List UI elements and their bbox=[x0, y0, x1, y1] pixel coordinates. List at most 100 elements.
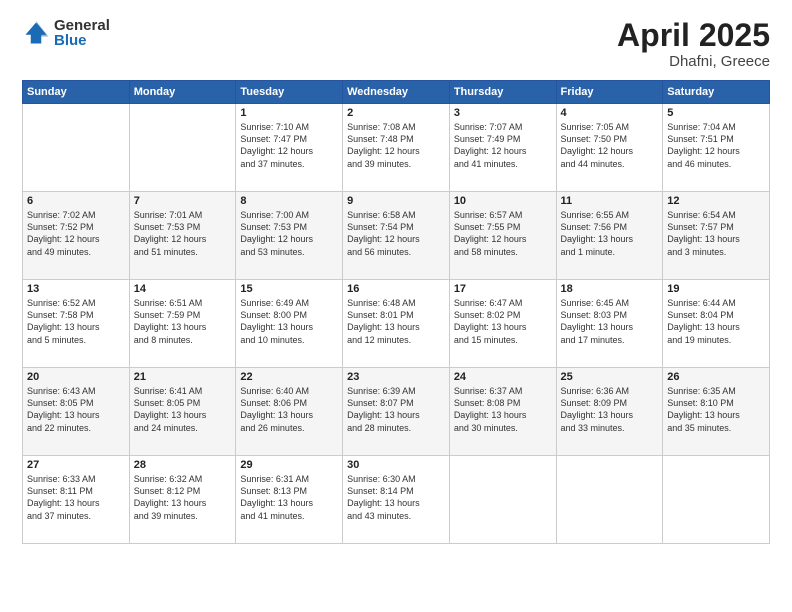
day-content: Sunrise: 6:43 AM Sunset: 8:05 PM Dayligh… bbox=[27, 385, 125, 434]
calendar-cell: 23 Sunrise: 6:39 AM Sunset: 8:07 PM Dayli… bbox=[343, 368, 450, 456]
day-number: 7 bbox=[134, 195, 232, 207]
day-content: Sunrise: 7:01 AM Sunset: 7:53 PM Dayligh… bbox=[134, 209, 232, 258]
day-number: 30 bbox=[347, 459, 445, 471]
day-number: 8 bbox=[240, 195, 338, 207]
day-number: 2 bbox=[347, 107, 445, 119]
calendar-cell: 26Sunrise: 6:35 AM Sunset: 8:10 PM Dayli… bbox=[663, 368, 770, 456]
day-number: 14 bbox=[134, 283, 232, 295]
calendar-cell: 22Sunrise: 6:40 AM Sunset: 8:06 PM Dayli… bbox=[236, 368, 343, 456]
day-content: Sunrise: 7:08 AM Sunset: 7:48 PM Dayligh… bbox=[347, 121, 445, 170]
day-content: Sunrise: 7:05 AM Sunset: 7:50 PM Dayligh… bbox=[561, 121, 659, 170]
page-title: April 2025 bbox=[617, 18, 770, 53]
day-content: Sunrise: 6:54 AM Sunset: 7:57 PM Dayligh… bbox=[667, 209, 765, 258]
day-number: 15 bbox=[240, 283, 338, 295]
day-content: Sunrise: 6:33 AM Sunset: 8:11 PM Dayligh… bbox=[27, 473, 125, 522]
calendar-cell: 21 Sunrise: 6:41 AM Sunset: 8:05 PM Dayli… bbox=[129, 368, 236, 456]
calendar-cell: 30 Sunrise: 6:30 AM Sunset: 8:14 PM Dayli… bbox=[343, 456, 450, 544]
day-content: Sunrise: 6:30 AM Sunset: 8:14 PM Dayligh… bbox=[347, 473, 445, 522]
header-day-wednesday: Wednesday bbox=[343, 81, 450, 104]
logo-icon bbox=[22, 19, 50, 47]
week-row-1: 1 Sunrise: 7:10 AM Sunset: 7:47 PM Daylig… bbox=[23, 104, 770, 192]
day-content: Sunrise: 6:49 AM Sunset: 8:00 PM Dayligh… bbox=[240, 297, 338, 346]
calendar-cell: 20 Sunrise: 6:43 AM Sunset: 8:05 PM Dayli… bbox=[23, 368, 130, 456]
calendar-cell: 6 Sunrise: 7:02 AM Sunset: 7:52 PM Daylig… bbox=[23, 192, 130, 280]
calendar-cell: 2 Sunrise: 7:08 AM Sunset: 7:48 PM Daylig… bbox=[343, 104, 450, 192]
day-number: 25 bbox=[561, 371, 659, 383]
header-day-thursday: Thursday bbox=[449, 81, 556, 104]
calendar-cell: 15 Sunrise: 6:49 AM Sunset: 8:00 PM Dayli… bbox=[236, 280, 343, 368]
week-row-5: 27 Sunrise: 6:33 AM Sunset: 8:11 PM Dayli… bbox=[23, 456, 770, 544]
header: General Blue April 2025 Dhafni, Greece bbox=[22, 18, 770, 70]
calendar-cell: 9 Sunrise: 6:58 AM Sunset: 7:54 PM Daylig… bbox=[343, 192, 450, 280]
week-row-3: 13Sunrise: 6:52 AM Sunset: 7:58 PM Dayli… bbox=[23, 280, 770, 368]
calendar-table: SundayMondayTuesdayWednesdayThursdayFrid… bbox=[22, 80, 770, 544]
calendar-cell: 16 Sunrise: 6:48 AM Sunset: 8:01 PM Dayli… bbox=[343, 280, 450, 368]
calendar-cell: 28 Sunrise: 6:32 AM Sunset: 8:12 PM Dayli… bbox=[129, 456, 236, 544]
day-number: 10 bbox=[454, 195, 552, 207]
day-number: 12 bbox=[667, 195, 765, 207]
day-content: Sunrise: 6:39 AM Sunset: 8:07 PM Dayligh… bbox=[347, 385, 445, 434]
day-number: 27 bbox=[27, 459, 125, 471]
calendar-cell: 11Sunrise: 6:55 AM Sunset: 7:56 PM Dayli… bbox=[556, 192, 663, 280]
calendar-cell bbox=[449, 456, 556, 544]
header-day-saturday: Saturday bbox=[663, 81, 770, 104]
week-row-2: 6 Sunrise: 7:02 AM Sunset: 7:52 PM Daylig… bbox=[23, 192, 770, 280]
day-content: Sunrise: 6:41 AM Sunset: 8:05 PM Dayligh… bbox=[134, 385, 232, 434]
week-row-4: 20 Sunrise: 6:43 AM Sunset: 8:05 PM Dayli… bbox=[23, 368, 770, 456]
day-number: 4 bbox=[561, 107, 659, 119]
day-number: 5 bbox=[667, 107, 765, 119]
day-number: 22 bbox=[240, 371, 338, 383]
day-content: Sunrise: 6:31 AM Sunset: 8:13 PM Dayligh… bbox=[240, 473, 338, 522]
day-content: Sunrise: 7:04 AM Sunset: 7:51 PM Dayligh… bbox=[667, 121, 765, 170]
header-day-friday: Friday bbox=[556, 81, 663, 104]
day-number: 17 bbox=[454, 283, 552, 295]
day-number: 26 bbox=[667, 371, 765, 383]
day-content: Sunrise: 6:44 AM Sunset: 8:04 PM Dayligh… bbox=[667, 297, 765, 346]
title-block: April 2025 Dhafni, Greece bbox=[617, 18, 770, 70]
calendar-cell: 4 Sunrise: 7:05 AM Sunset: 7:50 PM Daylig… bbox=[556, 104, 663, 192]
day-content: Sunrise: 6:47 AM Sunset: 8:02 PM Dayligh… bbox=[454, 297, 552, 346]
calendar-cell bbox=[663, 456, 770, 544]
day-number: 23 bbox=[347, 371, 445, 383]
day-content: Sunrise: 6:32 AM Sunset: 8:12 PM Dayligh… bbox=[134, 473, 232, 522]
day-content: Sunrise: 6:37 AM Sunset: 8:08 PM Dayligh… bbox=[454, 385, 552, 434]
calendar-cell: 17 Sunrise: 6:47 AM Sunset: 8:02 PM Dayli… bbox=[449, 280, 556, 368]
calendar-cell: 19Sunrise: 6:44 AM Sunset: 8:04 PM Dayli… bbox=[663, 280, 770, 368]
day-number: 6 bbox=[27, 195, 125, 207]
day-number: 9 bbox=[347, 195, 445, 207]
page: General Blue April 2025 Dhafni, Greece S… bbox=[0, 0, 792, 612]
calendar-header: SundayMondayTuesdayWednesdayThursdayFrid… bbox=[23, 81, 770, 104]
calendar-cell: 14 Sunrise: 6:51 AM Sunset: 7:59 PM Dayli… bbox=[129, 280, 236, 368]
header-day-sunday: Sunday bbox=[23, 81, 130, 104]
day-number: 29 bbox=[240, 459, 338, 471]
day-content: Sunrise: 6:52 AM Sunset: 7:58 PM Dayligh… bbox=[27, 297, 125, 346]
calendar-cell: 25 Sunrise: 6:36 AM Sunset: 8:09 PM Dayli… bbox=[556, 368, 663, 456]
day-content: Sunrise: 7:02 AM Sunset: 7:52 PM Dayligh… bbox=[27, 209, 125, 258]
header-day-monday: Monday bbox=[129, 81, 236, 104]
calendar-cell: 12 Sunrise: 6:54 AM Sunset: 7:57 PM Dayli… bbox=[663, 192, 770, 280]
day-content: Sunrise: 6:51 AM Sunset: 7:59 PM Dayligh… bbox=[134, 297, 232, 346]
day-number: 20 bbox=[27, 371, 125, 383]
day-number: 18 bbox=[561, 283, 659, 295]
day-content: Sunrise: 6:48 AM Sunset: 8:01 PM Dayligh… bbox=[347, 297, 445, 346]
day-number: 16 bbox=[347, 283, 445, 295]
calendar-cell: 7 Sunrise: 7:01 AM Sunset: 7:53 PM Daylig… bbox=[129, 192, 236, 280]
calendar-cell: 24Sunrise: 6:37 AM Sunset: 8:08 PM Dayli… bbox=[449, 368, 556, 456]
logo: General Blue bbox=[22, 18, 110, 48]
day-number: 1 bbox=[240, 107, 338, 119]
calendar-cell: 29 Sunrise: 6:31 AM Sunset: 8:13 PM Dayli… bbox=[236, 456, 343, 544]
day-number: 11 bbox=[561, 195, 659, 207]
day-number: 3 bbox=[454, 107, 552, 119]
day-content: Sunrise: 6:36 AM Sunset: 8:09 PM Dayligh… bbox=[561, 385, 659, 434]
day-content: Sunrise: 6:57 AM Sunset: 7:55 PM Dayligh… bbox=[454, 209, 552, 258]
header-row: SundayMondayTuesdayWednesdayThursdayFrid… bbox=[23, 81, 770, 104]
day-content: Sunrise: 7:10 AM Sunset: 7:47 PM Dayligh… bbox=[240, 121, 338, 170]
day-number: 28 bbox=[134, 459, 232, 471]
calendar-cell: 8Sunrise: 7:00 AM Sunset: 7:53 PM Daylig… bbox=[236, 192, 343, 280]
calendar-cell: 18Sunrise: 6:45 AM Sunset: 8:03 PM Dayli… bbox=[556, 280, 663, 368]
logo-text: General Blue bbox=[54, 18, 110, 48]
day-number: 21 bbox=[134, 371, 232, 383]
calendar-cell: 10 Sunrise: 6:57 AM Sunset: 7:55 PM Dayli… bbox=[449, 192, 556, 280]
calendar-cell bbox=[129, 104, 236, 192]
day-content: Sunrise: 6:58 AM Sunset: 7:54 PM Dayligh… bbox=[347, 209, 445, 258]
